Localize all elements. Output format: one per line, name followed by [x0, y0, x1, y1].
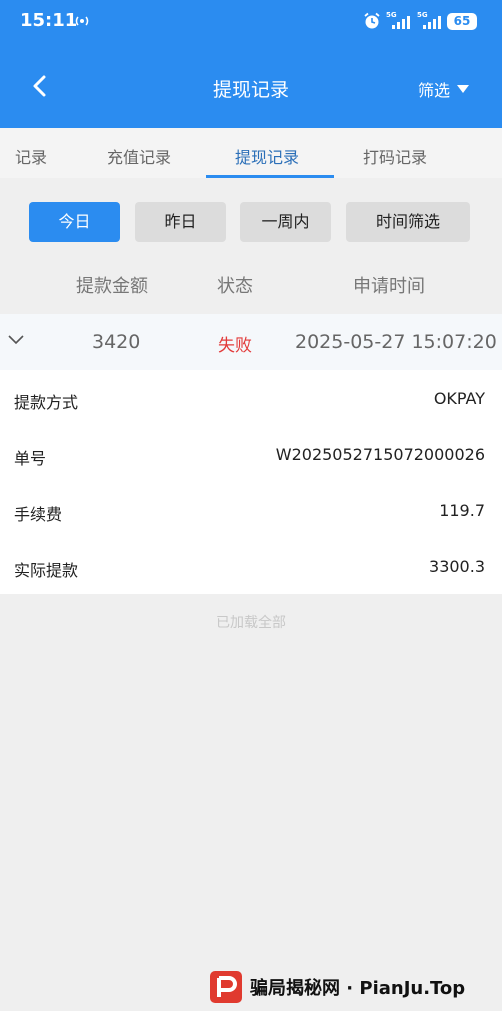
- tab-withdraw-records[interactable]: 提现记录: [235, 144, 299, 168]
- filter-label: 筛选: [417, 81, 450, 100]
- alarm-icon: [364, 12, 380, 29]
- filter-week-button[interactable]: 一周内: [240, 202, 331, 242]
- chevron-down-icon[interactable]: [8, 334, 24, 346]
- detail-row-method: 提款方式 OKPAY: [0, 370, 502, 426]
- detail-label: 提款方式: [14, 393, 79, 412]
- detail-value: 3300.3: [429, 557, 485, 576]
- detail-value: 119.7: [439, 501, 485, 520]
- filter-today-button[interactable]: 今日: [29, 202, 120, 242]
- filter-custom-time-button[interactable]: 时间筛选: [346, 202, 470, 242]
- detail-label: 手续费: [14, 505, 63, 524]
- tab-records[interactable]: 记录: [15, 144, 47, 168]
- detail-row-actual: 实际提款 3300.3: [0, 538, 502, 594]
- table-row[interactable]: 3420 失败 2025-05-27 15:07:20: [0, 314, 502, 370]
- caret-down-icon: [457, 85, 469, 93]
- record-amount: 3420: [92, 331, 141, 353]
- record-tabs: 记录 充值记录 提现记录 打码记录: [0, 128, 502, 178]
- status-bar: 15:11 5G 5G 65: [0, 0, 502, 46]
- app-header: 提现记录 筛选: [0, 46, 502, 128]
- watermark-logo-icon: [210, 971, 242, 1003]
- column-amount: 提款金额: [76, 276, 148, 297]
- watermark: 骗局揭秘网 · PianJu.Top: [210, 970, 465, 1004]
- detail-label: 单号: [14, 449, 47, 468]
- column-status: 状态: [217, 276, 253, 297]
- record-time: 2025-05-27 15:07:20: [295, 331, 497, 353]
- filter-yesterday-button[interactable]: 昨日: [135, 202, 226, 242]
- record-details: 提款方式 OKPAY 单号 W2025052715072000026 手续费 1…: [0, 370, 502, 594]
- watermark-text: 骗局揭秘网 · PianJu.Top: [250, 978, 466, 999]
- hotspot-icon: [75, 16, 89, 26]
- signal-icon-2: 5G: [417, 11, 443, 30]
- detail-row-fee: 手续费 119.7: [0, 482, 502, 538]
- status-badge: 失败: [218, 336, 252, 356]
- tab-deposit-records[interactable]: 充值记录: [107, 144, 171, 168]
- battery-indicator: 65: [447, 13, 477, 30]
- tab-betting-records[interactable]: 打码记录: [363, 144, 427, 168]
- active-tab-indicator: [206, 175, 334, 178]
- signal-icon: 5G: [386, 11, 412, 30]
- detail-label: 实际提款: [14, 561, 79, 580]
- detail-row-order-no: 单号 W2025052715072000026: [0, 426, 502, 482]
- detail-value: W2025052715072000026: [275, 445, 485, 464]
- detail-value: OKPAY: [433, 389, 485, 408]
- all-loaded-text: 已加载全部: [216, 615, 286, 631]
- column-apply-time: 申请时间: [353, 276, 425, 297]
- status-time: 15:11: [20, 10, 78, 31]
- filter-button[interactable]: 筛选: [418, 77, 470, 101]
